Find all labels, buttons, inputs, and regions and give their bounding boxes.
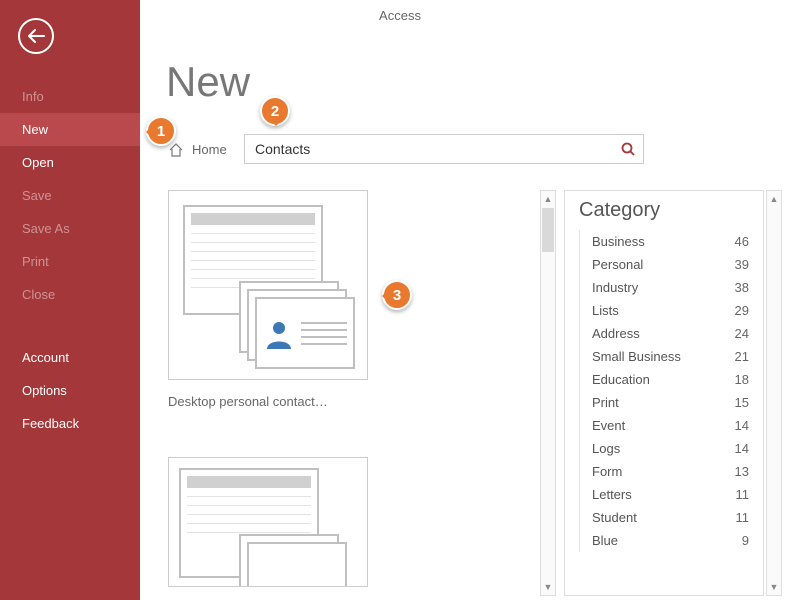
category-item[interactable]: Industry38	[579, 276, 755, 299]
scroll-down-icon[interactable]: ▼	[767, 579, 781, 595]
nav-info[interactable]: Info	[0, 80, 140, 113]
nav-account[interactable]: Account	[0, 341, 140, 374]
category-list: Business46 Personal39 Industry38 Lists29…	[565, 228, 763, 552]
category-item[interactable]: Lists29	[579, 299, 755, 322]
nav-open[interactable]: Open	[0, 146, 140, 179]
main-panel: New Home Desk	[140, 0, 800, 600]
nav: Info New Open Save Save As Print Close A…	[0, 80, 140, 440]
template-label: Desktop personal contact…	[168, 394, 378, 409]
category-title: Category	[565, 191, 763, 228]
category-item[interactable]: Blue9	[579, 529, 755, 552]
category-item[interactable]: Student11	[579, 506, 755, 529]
template-thumbnail	[168, 457, 368, 587]
app-title: Access	[379, 8, 421, 23]
arrow-left-icon	[27, 29, 45, 43]
template-gallery: Desktop personal contact…	[168, 190, 546, 600]
home-icon	[168, 143, 184, 157]
breadcrumb[interactable]: Home	[168, 142, 227, 157]
scroll-up-icon[interactable]: ▲	[541, 191, 555, 207]
category-item[interactable]: Business46	[579, 230, 755, 253]
nav-save-as[interactable]: Save As	[0, 212, 140, 245]
breadcrumb-home-label: Home	[192, 142, 227, 157]
nav-print[interactable]: Print	[0, 245, 140, 278]
templates-scrollbar[interactable]: ▲ ▼	[540, 190, 556, 596]
search-icon	[620, 141, 636, 157]
template-thumbnail	[168, 190, 368, 380]
callout-2: 2	[260, 96, 290, 126]
nav-close[interactable]: Close	[0, 278, 140, 311]
search-input[interactable]	[245, 141, 613, 157]
nav-options[interactable]: Options	[0, 374, 140, 407]
template-item[interactable]: Desktop personal contact…	[168, 190, 378, 409]
template-item[interactable]	[168, 457, 378, 587]
page-title: New	[166, 58, 250, 106]
nav-save[interactable]: Save	[0, 179, 140, 212]
template-search[interactable]	[244, 134, 644, 164]
category-item[interactable]: Personal39	[579, 253, 755, 276]
category-item[interactable]: Logs14	[579, 437, 755, 460]
category-item[interactable]: Education18	[579, 368, 755, 391]
scroll-thumb[interactable]	[542, 208, 554, 252]
category-item[interactable]: Form13	[579, 460, 755, 483]
category-item[interactable]: Letters11	[579, 483, 755, 506]
callout-3: 3	[382, 280, 412, 310]
person-icon	[263, 317, 295, 349]
category-item[interactable]: Address24	[579, 322, 755, 345]
category-item[interactable]: Print15	[579, 391, 755, 414]
callout-1: 1	[146, 116, 176, 146]
category-panel: Category Business46 Personal39 Industry3…	[564, 190, 764, 596]
backstage-sidebar: Info New Open Save Save As Print Close A…	[0, 0, 140, 600]
titlebar: Access	[0, 0, 800, 30]
category-item[interactable]: Small Business21	[579, 345, 755, 368]
nav-new[interactable]: New	[0, 113, 140, 146]
nav-feedback[interactable]: Feedback	[0, 407, 140, 440]
search-button[interactable]	[613, 134, 643, 164]
scroll-up-icon[interactable]: ▲	[767, 191, 781, 207]
category-item[interactable]: Event14	[579, 414, 755, 437]
category-scrollbar[interactable]: ▲ ▼	[766, 190, 782, 596]
scroll-down-icon[interactable]: ▼	[541, 579, 555, 595]
